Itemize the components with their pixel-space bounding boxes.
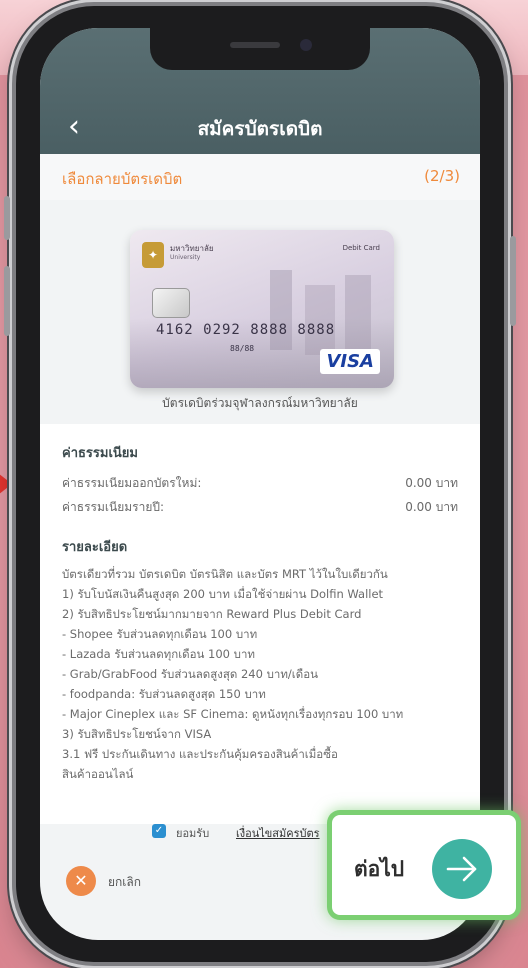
visa-logo: VISA (320, 349, 380, 374)
details-line: - Grab/GrabFood รับส่วนลดสูงสุด 240 บาท/… (62, 667, 318, 681)
phone-side-button (510, 236, 516, 326)
fee-row-value: 0.00 บาท (405, 476, 458, 490)
phone-notch (150, 28, 370, 70)
step-title: เลือกลายบัตรเดบิต (62, 170, 183, 188)
cancel-icon[interactable]: ✕ (66, 866, 96, 896)
details-line: - Major Cineplex และ SF Cinema: ดูหนังทุ… (62, 707, 404, 721)
card-expiry: 88/88 (230, 344, 255, 353)
card-preview-area: ✦ มหาวิทยาลัย University Debit Card 4162… (40, 200, 480, 424)
cancel-button[interactable]: ยกเลิก (108, 873, 141, 892)
details-line: 3.1 ฟรี ประกันเดินทาง และประกันคุ้มครองส… (62, 747, 338, 761)
next-button-label: ต่อไป (354, 857, 405, 881)
card-details-panel: ค่าธรรมเนียม ค่าธรรมเนียมออกบัตรใหม่: 0.… (40, 424, 480, 824)
details-line: - Lazada รับส่วนลดทุกเดือน 100 บาท (62, 647, 255, 661)
debit-card-image[interactable]: ✦ มหาวิทยาลัย University Debit Card 4162… (130, 230, 394, 388)
details-line: สินค้าออนไลน์ (62, 767, 134, 781)
card-caption: บัตรเดบิตร่วมจุฬาลงกรณ์มหาวิทยาลัย (162, 396, 358, 410)
terms-link[interactable]: เงื่อนไขสมัครบัตร (236, 824, 320, 842)
page-title: สมัครบัตรเดบิต (197, 118, 323, 140)
step-counter: (2/3) (424, 167, 460, 185)
card-type-label: Debit Card (342, 244, 380, 252)
agree-checkbox[interactable]: ✓ (152, 824, 166, 838)
fee-row-label: ค่าธรรมเนียมรายปี: (62, 500, 165, 514)
details-line: 1) รับโบนัสเงินคืนสูงสุด 200 บาท เมื่อใช… (62, 587, 384, 601)
details-line: - Shopee รับส่วนลดทุกเดือน 100 บาท (62, 627, 258, 641)
next-arrow-icon[interactable] (432, 839, 492, 899)
fee-row-label: ค่าธรรมเนียมออกบัตรใหม่: (62, 476, 202, 490)
pointer-arrow-icon (0, 470, 12, 498)
details-line: บัตรเดียวที่รวม บัตรเดบิต บัตรนิสิต และบ… (62, 567, 388, 581)
fee-row-value: 0.00 บาท (405, 500, 458, 514)
step-header: เลือกลายบัตรเดบิต (2/3) (40, 154, 480, 200)
details-line: 3) รับสิทธิประโยชน์จาก VISA (62, 727, 212, 741)
phone-volume-button (4, 196, 10, 240)
card-number: 4162 0292 8888 8888 (156, 322, 336, 338)
next-button-callout[interactable]: ต่อไป (332, 815, 516, 915)
fees-heading: ค่าธรรมเนียม (62, 446, 138, 461)
details-line: 2) รับสิทธิประโยชน์มากมายจาก Reward Plus… (62, 607, 362, 621)
details-list: บัตรเดียวที่รวม บัตรเดบิต บัตรนิสิต และบ… (62, 564, 462, 784)
speaker-icon (230, 42, 280, 48)
university-seal-icon: ✦ (142, 242, 164, 268)
phone-volume-button (4, 266, 10, 336)
phone-screen: ‹ สมัครบัตรเดบิต เลือกลายบัตรเดบิต (2/3)… (40, 28, 480, 940)
card-chip-icon (152, 288, 190, 318)
agree-label: ยอมรับ (176, 827, 210, 840)
card-bank-name-en: University (170, 254, 201, 261)
details-line: - foodpanda: รับส่วนลดสูงสุด 150 บาท (62, 687, 266, 701)
details-heading: รายละเอียด (62, 540, 128, 555)
camera-icon (300, 39, 312, 51)
